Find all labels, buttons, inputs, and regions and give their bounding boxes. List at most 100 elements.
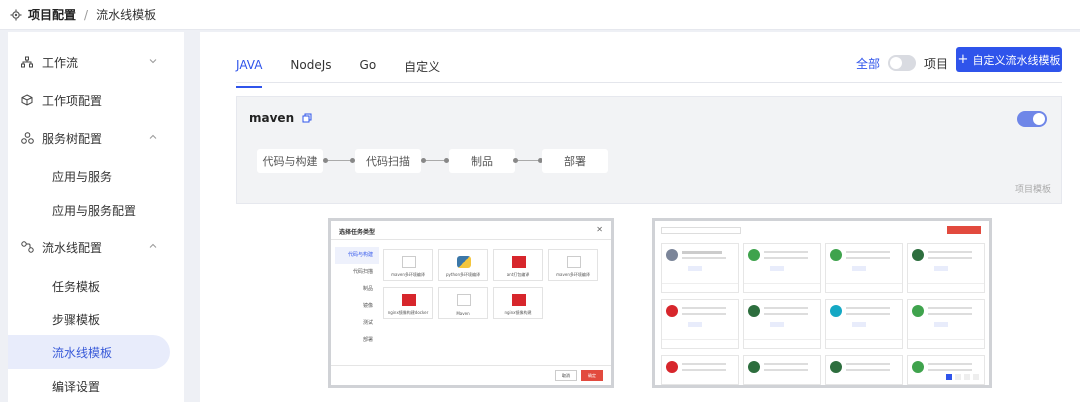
scope-toggle[interactable]: [888, 55, 917, 71]
mini-template-card: [743, 243, 821, 293]
breadcrumb-root[interactable]: 项目配置: [28, 6, 76, 23]
main-panel: JAVA NodeJs Go 自定义 全部 项目 + 自定义流水线模板 mave…: [200, 32, 1080, 402]
sidebar-item-label: 工作项配置: [42, 93, 103, 108]
mini-template-card: [825, 243, 903, 293]
dialog-task-label: Maven: [456, 311, 470, 316]
sidebar-item-task-templates[interactable]: 任务模板: [8, 269, 184, 303]
dialog-task-label: maven多环境编译: [391, 272, 425, 277]
python-icon: [457, 256, 471, 268]
chevron-down-icon: [148, 56, 158, 66]
template-name: maven: [249, 111, 295, 125]
dialog-task-label: ant打包编译: [506, 272, 530, 277]
mini-template-card: [661, 243, 739, 293]
sidebar-item-build-settings[interactable]: 编译设置: [8, 369, 184, 402]
dialog-category: 部署: [362, 337, 373, 343]
maven-icon: [567, 256, 581, 268]
create-button-label: 自定义流水线模板: [972, 53, 1061, 67]
task-type-dialog-preview: 选择任务类型 ✕ 代码与构建 代码扫描 制品 镜像 测试 部署 maven多环境…: [328, 218, 614, 388]
dialog-task-item: nginx镜像构建docker: [383, 287, 433, 319]
scope-switch: 全部 项目: [856, 52, 948, 74]
mini-template-card: [661, 355, 739, 385]
dialog-task-item: nginx镜像构建: [493, 287, 543, 319]
sidebar-item-pipeline-config[interactable]: 流水线配置: [8, 229, 184, 265]
dialog-category: 制品: [362, 286, 373, 292]
stage-build: 代码与构建: [257, 149, 323, 173]
pipeline-icon: [20, 240, 34, 254]
cube-icon: [20, 93, 34, 107]
stage-connector: [323, 158, 355, 163]
chevron-up-icon: [148, 132, 158, 142]
tab-custom[interactable]: 自定义: [404, 52, 440, 84]
dialog-cancel-button: 取消: [555, 370, 577, 381]
mini-template-card: [825, 299, 903, 349]
template-grid-preview: [652, 218, 992, 388]
stage-deploy: 部署: [542, 149, 608, 173]
dialog-ok-button: 确定: [581, 370, 603, 381]
dialog-title: 选择任务类型: [339, 229, 376, 236]
dialog-category: 镜像: [362, 303, 373, 309]
language-tabs: JAVA NodeJs Go 自定义: [236, 52, 468, 88]
mini-template-card: [743, 355, 821, 385]
dialog-task-label: nginx镜像构建: [504, 310, 532, 315]
tab-nodejs[interactable]: NodeJs: [290, 52, 331, 84]
dialog-task-item: maven多环境编译: [548, 249, 598, 281]
copy-icon[interactable]: [302, 113, 312, 123]
breadcrumb-current: 流水线模板: [96, 8, 157, 22]
dialog-task-item: Maven: [438, 287, 488, 319]
sidebar-item-label: 服务树配置: [42, 131, 103, 146]
org-chart-icon: [20, 55, 34, 69]
mini-template-card: [907, 243, 985, 293]
mini-search: [661, 227, 741, 234]
dialog-category-list: 代码与构建 代码扫描 制品 镜像 测试 部署: [335, 247, 379, 349]
dialog-task-item: ant打包编译: [493, 249, 543, 281]
dialog-category: 代码与构建: [335, 247, 379, 264]
template-enable-toggle[interactable]: [1017, 111, 1047, 127]
sidebar-item-service-tree-config[interactable]: 服务树配置: [8, 120, 184, 156]
mini-template-card: [661, 299, 739, 349]
template-scope-tag: 项目模板: [1014, 185, 1051, 195]
ant-icon: [512, 256, 526, 268]
dialog-divider: [331, 239, 611, 240]
pipeline-template-card[interactable]: maven 代码与构建 代码扫描 制品 部署 项目模板: [236, 96, 1062, 204]
tab-go[interactable]: Go: [360, 52, 377, 84]
mini-create-button: [947, 226, 981, 234]
sidebar: 工作流 工作项配置 服务树配置 应用与服务 应用与服务配置 流水线配置 任务模板…: [8, 32, 184, 402]
breadcrumb-separator: /: [84, 7, 89, 22]
template-title: maven: [249, 111, 312, 125]
scope-project-label[interactable]: 项目: [924, 55, 948, 72]
breadcrumb: 项目配置 / 流水线模板: [0, 0, 1080, 30]
sidebar-item-workitem-config[interactable]: 工作项配置: [8, 82, 184, 118]
sidebar-item-apps-services-config[interactable]: 应用与服务配置: [8, 193, 184, 227]
close-icon: ✕: [596, 225, 603, 234]
mini-template-card: [907, 355, 985, 385]
nginx-icon: [402, 294, 416, 306]
mini-template-card: [743, 299, 821, 349]
sidebar-item-label: 流水线配置: [42, 240, 103, 255]
create-pipeline-template-button[interactable]: + 自定义流水线模板: [956, 47, 1062, 72]
sidebar-item-step-templates[interactable]: 步骤模板: [8, 302, 184, 336]
sidebar-item-apps-services[interactable]: 应用与服务: [8, 159, 184, 193]
plus-icon: +: [957, 52, 969, 67]
dialog-task-item: maven多环境编译: [383, 249, 433, 281]
dialog-category: 代码扫描: [352, 269, 373, 275]
stage-connector: [421, 158, 449, 163]
sidebar-item-label: 工作流: [42, 55, 79, 70]
maven-icon: [457, 294, 471, 306]
stage-artifact: 制品: [449, 149, 515, 173]
dialog-footer: 取消 确定: [331, 365, 611, 385]
stage-connector: [513, 158, 543, 163]
dialog-task-label: maven多环境编译: [556, 272, 590, 277]
dialog-task-label: nginx镜像构建docker: [387, 310, 429, 315]
mini-template-card: [907, 299, 985, 349]
nginx-icon: [512, 294, 526, 306]
chevron-up-icon: [148, 241, 158, 251]
sidebar-item-workflow[interactable]: 工作流: [8, 44, 184, 80]
stage-scan: 代码扫描: [355, 149, 421, 173]
tab-java[interactable]: JAVA: [236, 52, 263, 88]
cluster-icon: [20, 131, 34, 145]
maven-icon: [402, 256, 416, 268]
sidebar-item-pipeline-templates[interactable]: 流水线模板: [8, 335, 170, 369]
mini-template-card: [825, 355, 903, 385]
tab-divider: [236, 82, 1062, 83]
scope-all-label[interactable]: 全部: [856, 55, 880, 72]
